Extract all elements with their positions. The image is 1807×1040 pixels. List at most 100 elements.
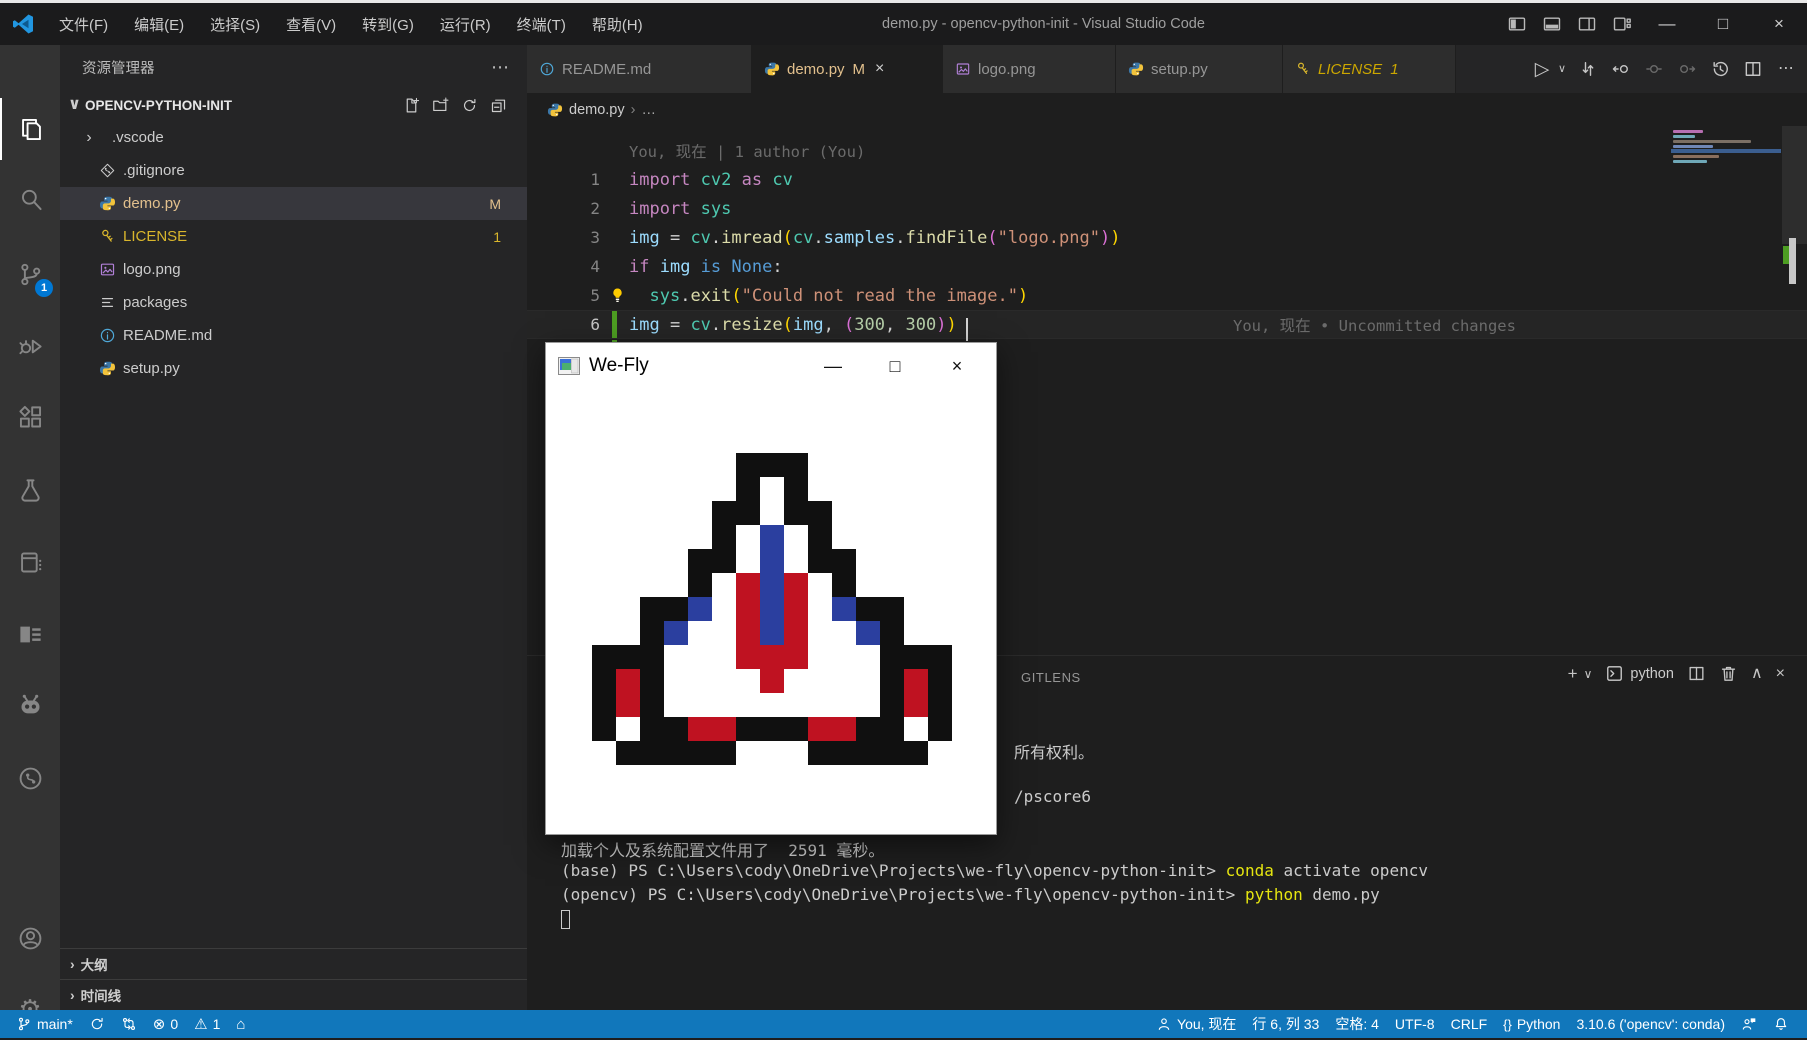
status-language-mode[interactable]: {}Python [1495, 1010, 1568, 1038]
tab-README.md[interactable]: README.md [527, 45, 752, 93]
menu-item[interactable]: 查看(V) [273, 3, 349, 45]
timeline-section[interactable]: › 时间线 [60, 979, 527, 1010]
editor-scrollbar[interactable] [1782, 126, 1807, 655]
activity-search-icon[interactable] [0, 168, 60, 230]
status-errors-status[interactable]: ⊗0 [145, 1010, 186, 1038]
activity-gitlens-icon[interactable] [0, 747, 60, 809]
collapse-all-icon[interactable] [490, 97, 507, 114]
refresh-icon[interactable] [461, 97, 478, 114]
activity-run-debug-icon[interactable] [0, 315, 60, 377]
tab-badge: M [853, 61, 866, 78]
status-home-status[interactable]: ⌂ [228, 1010, 253, 1038]
wefly-opencv-window[interactable]: We-Fly — □ × [545, 342, 997, 835]
activity-source-control-icon[interactable]: 1 [0, 243, 60, 305]
terminal-cursor [561, 910, 570, 929]
status-blame-status[interactable]: You, 现在 [1148, 1010, 1244, 1038]
key-icon [98, 228, 116, 245]
menu-item[interactable]: 帮助(H) [579, 3, 656, 45]
status-encoding[interactable]: UTF-8 [1387, 1010, 1443, 1038]
tab-logo.png[interactable]: logo.png [943, 45, 1116, 93]
new-folder-icon[interactable] [432, 97, 449, 114]
timeline-history-icon[interactable] [1707, 59, 1733, 79]
file-item-.gitignore[interactable]: .gitignore [60, 154, 527, 187]
menu-item[interactable]: 文件(F) [46, 3, 121, 45]
status-python-interpreter[interactable]: 3.10.6 ('opencv': conda) [1568, 1010, 1733, 1038]
split-editor-icon[interactable] [1740, 59, 1766, 79]
python-icon [98, 195, 116, 212]
file-item-LICENSE[interactable]: LICENSE1 [60, 220, 527, 253]
wefly-image-canvas [546, 389, 996, 834]
status-notifications[interactable] [1765, 1010, 1797, 1038]
activity-files-icon[interactable] [0, 98, 60, 160]
file-item-README.md[interactable]: README.md [60, 319, 527, 352]
split-panel-icon[interactable] [1687, 664, 1706, 683]
terminal-profile-python[interactable]: python [1605, 664, 1674, 683]
menu-bar: 文件(F)编辑(E)选择(S)查看(V)转到(G)运行(R)终端(T)帮助(H) [46, 3, 656, 45]
file-item-.vscode[interactable]: ›.vscode [60, 121, 527, 154]
menu-item[interactable]: 选择(S) [197, 3, 273, 45]
tab-setup.py[interactable]: setup.py [1116, 45, 1283, 93]
vscode-logo-icon[interactable] [0, 12, 46, 36]
breadcrumb[interactable]: demo.py › … [527, 93, 1807, 126]
trash-icon[interactable] [1719, 664, 1738, 683]
scrollbar-thumb[interactable] [1789, 238, 1796, 284]
close-window-icon[interactable]: × [1751, 3, 1807, 45]
menu-item[interactable]: 编辑(E) [121, 3, 197, 45]
chevron-up-icon[interactable]: ∧ [1751, 666, 1763, 682]
more-actions-icon[interactable]: ⋯ [491, 58, 509, 76]
new-file-icon[interactable] [403, 97, 420, 114]
status-feedback[interactable] [1733, 1010, 1765, 1038]
activity-beaker-icon[interactable] [0, 459, 60, 521]
layout-panel-icon[interactable] [1534, 3, 1569, 45]
file-item-logo.png[interactable]: logo.png [60, 253, 527, 286]
close-icon[interactable]: × [875, 60, 884, 78]
close-icon[interactable]: × [1776, 666, 1785, 682]
menu-item[interactable]: 转到(G) [349, 3, 427, 45]
tab-LICENSE[interactable]: LICENSE1 [1283, 45, 1456, 93]
open-changes-icon[interactable] [1575, 59, 1601, 79]
next-change-icon[interactable] [1674, 59, 1700, 79]
menu-item[interactable]: 终端(T) [504, 3, 579, 45]
explorer-section-header[interactable]: ∨ OPENCV-PYTHON-INIT [60, 89, 527, 121]
tab-demo.py[interactable]: demo.pyM× [752, 45, 943, 93]
plus-icon[interactable]: + [1568, 665, 1578, 682]
outline-section[interactable]: › 大纲 [60, 948, 527, 979]
close-icon[interactable]: × [926, 343, 988, 389]
status-warnings-status[interactable]: ⚠1 [186, 1010, 228, 1038]
panel-tab-gitlens[interactable]: GITLENS [1021, 670, 1081, 685]
customize-layout-icon[interactable] [1604, 3, 1639, 45]
minimize-icon[interactable]: — [802, 343, 864, 389]
file-item-packages[interactable]: packages [60, 286, 527, 319]
chevron-down-icon[interactable]: ∨ [1584, 668, 1593, 680]
run-python-file-icon[interactable]: ▷ [1529, 60, 1555, 79]
more-actions-icon[interactable]: ⋯ [1773, 61, 1799, 77]
minimize-icon[interactable]: — [1639, 3, 1695, 45]
run-dropdown-icon[interactable]: ∨ [1556, 64, 1568, 75]
previous-change-icon[interactable] [1608, 59, 1634, 79]
status-gitlens-compare[interactable] [113, 1010, 145, 1038]
menu-item[interactable]: 运行(R) [427, 3, 504, 45]
file-item-setup.py[interactable]: setup.py [60, 352, 527, 385]
activity-notebook-icon[interactable] [0, 531, 60, 593]
activity-robot-icon[interactable] [0, 674, 60, 736]
status-eol[interactable]: CRLF [1443, 1010, 1496, 1038]
file-label: .gitignore [123, 162, 185, 179]
status-indentation[interactable]: 空格: 4 [1327, 1010, 1387, 1038]
current-change-icon[interactable] [1641, 59, 1667, 79]
status-cursor-position[interactable]: 行 6, 列 33 [1244, 1010, 1327, 1038]
code-line-2: 2import sys [527, 194, 1807, 223]
minimap[interactable] [1671, 130, 1781, 250]
chevron-right-icon: › [70, 988, 75, 1002]
wefly-titlebar[interactable]: We-Fly — □ × [546, 343, 996, 389]
file-item-demo.py[interactable]: demo.pyM [60, 187, 527, 220]
layout-secondary-sidebar-icon[interactable] [1569, 3, 1604, 45]
status-branch-status[interactable]: main* [8, 1010, 81, 1038]
maximize-icon[interactable]: □ [864, 343, 926, 389]
activity-extensions-icon[interactable] [0, 386, 60, 448]
activity-account-icon[interactable] [0, 907, 60, 969]
status-sync-status[interactable] [81, 1010, 113, 1038]
layout-sidebar-icon[interactable] [1499, 3, 1534, 45]
activity-reader-icon[interactable] [0, 603, 60, 665]
maximize-icon[interactable]: □ [1695, 3, 1751, 45]
extensions-icon [17, 404, 44, 431]
